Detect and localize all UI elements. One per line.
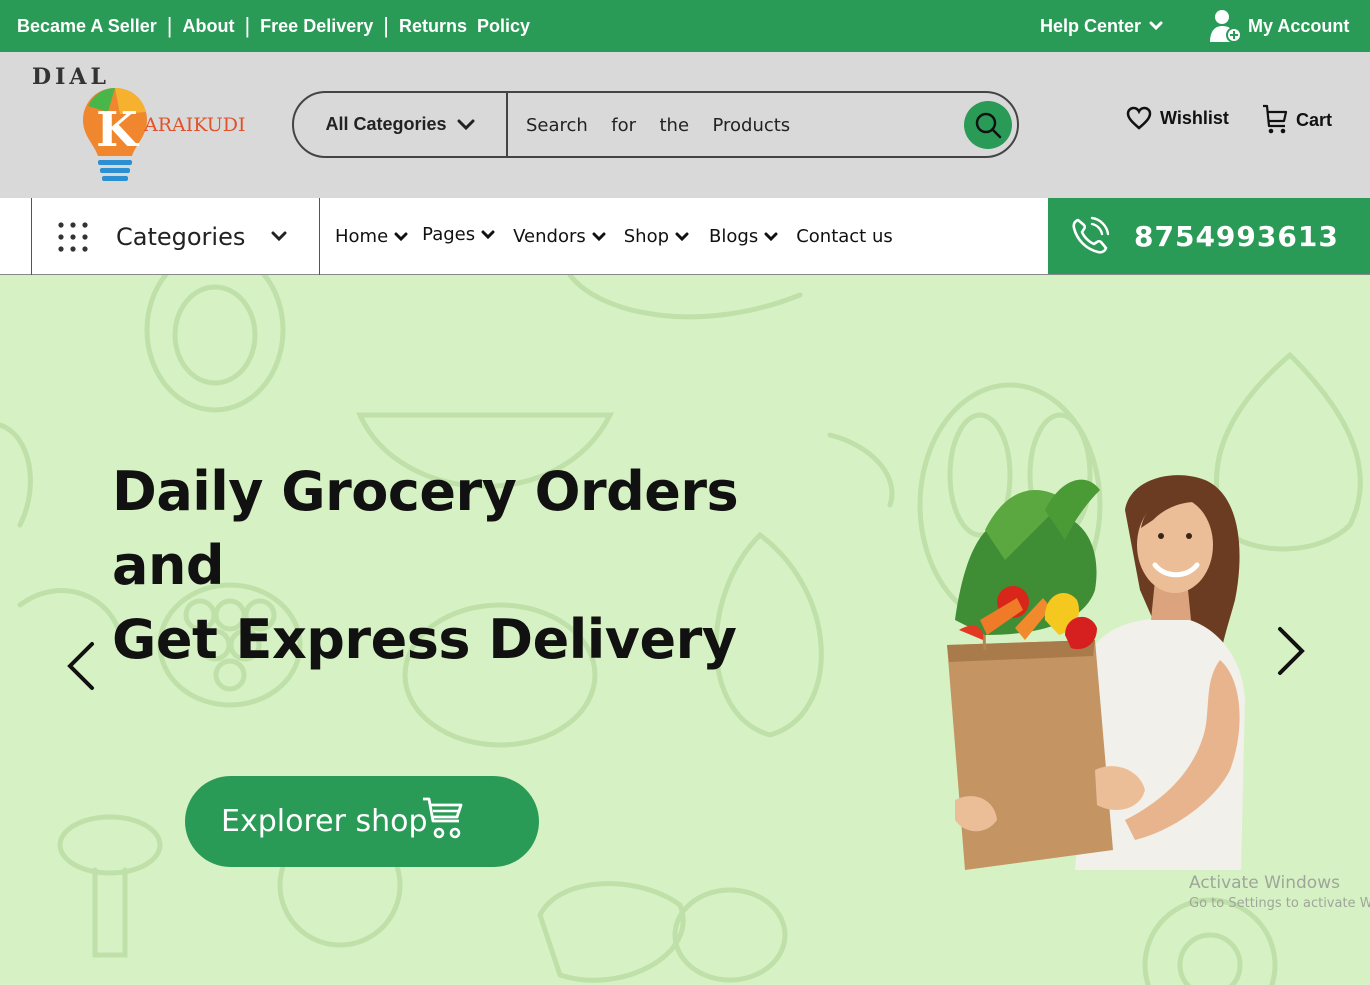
- search-icon: [975, 112, 1002, 139]
- nav-item-label: Shop: [623, 226, 670, 247]
- chevron-down-icon: [764, 232, 778, 241]
- heart-icon: [1126, 106, 1152, 130]
- separator: |: [166, 13, 173, 38]
- headline-line-1: Daily Grocery Orders and: [112, 460, 739, 597]
- chevron-down-icon: [457, 119, 475, 130]
- hero-headline: Daily Grocery Orders and Get Express Del…: [112, 455, 832, 677]
- chevron-down-icon: [271, 231, 287, 242]
- search-button[interactable]: [964, 101, 1012, 149]
- search-bar: All Categories: [292, 91, 1019, 158]
- cart-icon: [1263, 104, 1288, 134]
- header: DIAL K ARAIKUDI All Categories Wi: [0, 52, 1370, 198]
- main-nav: Categories Home Pages Vendors Shop Blogs…: [0, 198, 1370, 275]
- separator: |: [383, 13, 389, 38]
- separator: |: [244, 13, 251, 38]
- free-delivery-link[interactable]: Free Delivery: [260, 16, 373, 37]
- explore-shop-button[interactable]: Explorer shop: [185, 776, 539, 867]
- chevron-down-icon: [1149, 21, 1163, 31]
- woman-with-grocery-bag-image: [947, 475, 1245, 870]
- watermark-title: Activate Windows: [1189, 873, 1340, 893]
- nav-item-pages[interactable]: Pages: [422, 224, 495, 245]
- my-account-label: My Account: [1248, 15, 1350, 36]
- nav-item-label: Pages: [422, 224, 476, 245]
- nav-item-label: Contact us: [796, 226, 893, 247]
- top-bar: Became A Seller | About | Free Delivery …: [0, 0, 1370, 52]
- nav-menu: Home Pages Vendors Shop Blogs Contact us: [335, 198, 893, 275]
- search-input[interactable]: [526, 107, 946, 143]
- help-center-dropdown[interactable]: Help Center: [1040, 0, 1163, 52]
- about-link[interactable]: About: [182, 16, 234, 37]
- nav-item-shop[interactable]: Shop: [624, 226, 689, 247]
- top-links: Became A Seller | About | Free Delivery …: [17, 0, 530, 52]
- my-account-button[interactable]: My Account: [1208, 0, 1349, 52]
- phone-contact[interactable]: 8754993613: [1048, 198, 1370, 274]
- brand-logo[interactable]: DIAL K ARAIKUDI: [30, 62, 250, 190]
- categories-dropdown[interactable]: Categories: [31, 198, 320, 275]
- arrow-left-icon[interactable]: [60, 640, 100, 692]
- user-icon: [1210, 10, 1242, 43]
- watermark-subtitle: Go to Settings to activate Windows.: [1189, 896, 1370, 911]
- categories-label: Categories: [116, 222, 246, 251]
- brand-letter: K: [96, 102, 140, 158]
- nav-item-vendors[interactable]: Vendors: [513, 226, 606, 247]
- bulb-logo-icon: K: [83, 88, 147, 181]
- activate-windows-watermark: Activate Windows Go to Settings to activ…: [1189, 873, 1370, 911]
- hero-banner: Daily Grocery Orders and Get Express Del…: [0, 275, 1370, 985]
- became-seller-link[interactable]: Became A Seller: [17, 16, 157, 37]
- grid-icon: [58, 221, 88, 252]
- chevron-down-icon: [675, 232, 689, 241]
- nav-item-blogs[interactable]: Blogs: [709, 226, 778, 247]
- help-center-label: Help Center: [1040, 15, 1142, 36]
- returns-policy-link[interactable]: Returns Policy: [399, 16, 530, 37]
- brand-line2: ARAIKUDI: [144, 114, 246, 136]
- nav-item-label: Vendors: [513, 226, 586, 247]
- phone-icon: [1072, 216, 1110, 254]
- all-categories-label: All Categories: [325, 114, 447, 134]
- shopping-cart-icon: [423, 797, 463, 838]
- nav-item-home[interactable]: Home: [335, 226, 408, 247]
- nav-item-label: Home: [335, 226, 389, 247]
- chevron-down-icon: [394, 232, 408, 241]
- all-categories-dropdown[interactable]: All Categories: [294, 93, 508, 156]
- chevron-down-icon: [592, 232, 606, 241]
- headline-line-2: Get Express Delivery: [112, 608, 737, 671]
- nav-item-label: Blogs: [709, 226, 759, 247]
- arrow-right-icon[interactable]: [1272, 625, 1312, 677]
- wishlist-button[interactable]: Wishlist: [1126, 106, 1229, 130]
- explore-shop-label: Explorer shop: [221, 804, 428, 839]
- nav-item-contact[interactable]: Contact us: [796, 226, 893, 247]
- wishlist-label: Wishlist: [1160, 107, 1229, 128]
- chevron-down-icon: [481, 230, 495, 239]
- cart-label: Cart: [1296, 109, 1333, 130]
- phone-number: 8754993613: [1134, 219, 1339, 253]
- cart-button[interactable]: Cart: [1262, 104, 1332, 136]
